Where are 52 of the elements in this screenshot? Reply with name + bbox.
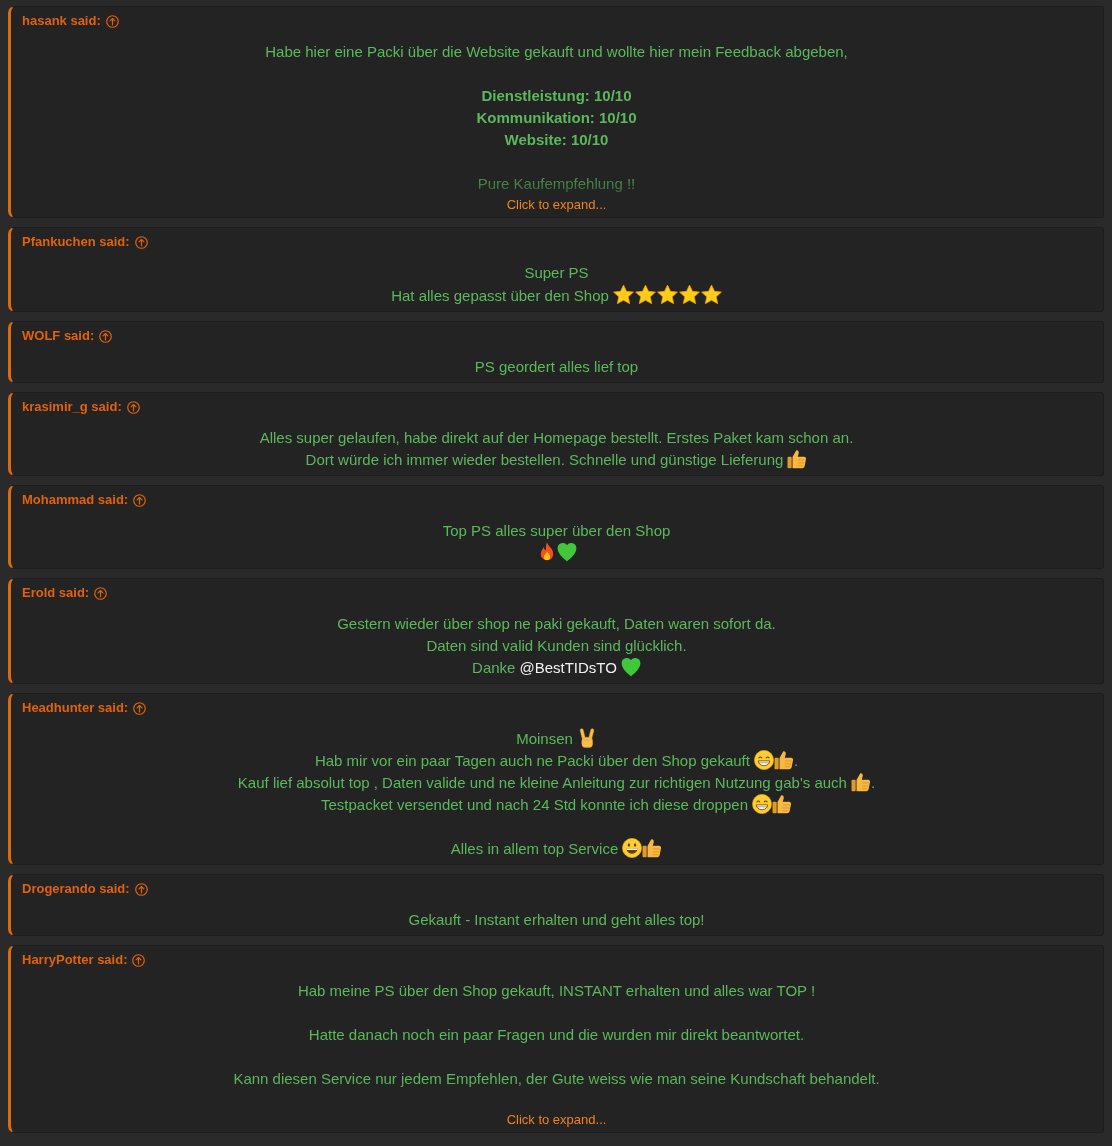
quote-text: Hab meine PS über den Shop gekauft, INSTANT erhalten und alles war TOP ! <box>297 982 816 999</box>
quote-text: Kauf lief absolut top , Daten valide und ne kleine Anleitung zur richtigen Nutzung gab's auch <box>237 774 847 791</box>
quote-text: Kann diesen Service nur jedem Empfehlen, der Gute weiss wie man seine Kundschaft behandelt. <box>233 1070 880 1087</box>
quote-author[interactable]: Headhunter said: <box>22 698 129 718</box>
quote-text: Gekauft - Instant erhalten und geht alles top! <box>408 911 705 928</box>
grinning-face-icon <box>753 750 774 770</box>
quote-text: Moinsen <box>516 730 573 747</box>
heart-icon <box>556 542 577 562</box>
thumbs-up-icon <box>773 750 794 770</box>
quote-text: Daten sind valid Kunden sind glücklich. <box>426 637 687 654</box>
quote-author[interactable]: krasimir_g said: <box>22 397 122 417</box>
star-icon <box>678 284 700 305</box>
quote-text: Super PS <box>524 264 589 281</box>
quote-author[interactable]: WOLF said: <box>22 326 95 346</box>
thumbs-up-icon <box>642 838 663 858</box>
thumbs-up-icon <box>772 794 792 814</box>
thumbs-up-icon <box>850 772 871 792</box>
mention-link[interactable]: @BestTIDsTO <box>519 659 617 676</box>
quote-text: Hat alles gepasst über den Shop <box>391 287 609 304</box>
quote-author[interactable]: HarryPotter said: <box>22 950 128 970</box>
heart-icon <box>620 657 641 677</box>
star-icon <box>634 284 656 305</box>
quote-text: Top PS alles super über den Shop <box>442 522 671 539</box>
quote-text: Website: 10/10 <box>504 131 609 148</box>
quote-text: Pure Kaufempfehlung !! <box>477 175 636 192</box>
quote-text: Kommunikation: 10/10 <box>476 109 637 126</box>
star-icon <box>612 284 634 305</box>
quote-text: Dort würde ich immer wieder bestellen. Schnelle und günstige Lieferung <box>305 451 784 468</box>
quote-text: PS geordert alles lief top <box>474 358 639 375</box>
quote-text: Habe hier eine Packi über die Website gekauft und wollte hier mein Feedback abgeben, <box>265 43 848 60</box>
quote-text: Gestern wieder über shop ne paki gekauft, Daten waren sofort da. <box>337 615 776 632</box>
quote-text: Testpacket versendet und nach 24 Std konnte ich diese droppen <box>321 796 748 813</box>
quote-author[interactable]: Erold said: <box>22 583 90 603</box>
star-icon <box>656 284 678 305</box>
grinning-face-icon <box>752 794 772 814</box>
smiling-face-icon <box>622 838 643 858</box>
star-icon <box>700 284 722 305</box>
quote-text: Dienstleistung: 10/10 <box>481 87 632 104</box>
quote-text: Hab mir vor ein paar Tagen auch ne Packi über den Shop gekauft <box>314 752 750 769</box>
expand-link[interactable]: Click to expand... <box>504 197 609 213</box>
quote-text: Danke <box>472 659 516 676</box>
thumbs-up-icon <box>787 449 808 469</box>
quote-text: Alles in allem top Service <box>450 840 619 857</box>
quote-author[interactable]: Mohammad said: <box>22 490 129 510</box>
quote-author[interactable]: hasank said: <box>22 11 101 31</box>
quote-author[interactable]: Pfankuchen said: <box>22 232 130 252</box>
quote-author[interactable]: Drogerando said: <box>22 879 130 899</box>
expand-link[interactable]: Click to expand... <box>504 1112 609 1128</box>
quote-text: . <box>870 774 876 791</box>
quote-text: Hatte danach noch ein paar Fragen und die wurden mir direkt beantwortet. <box>308 1026 805 1043</box>
quote-text: . <box>793 752 799 769</box>
quote-text: Alles super gelaufen, habe direkt auf der Homepage bestellt. Erstes Paket kam schon an. <box>259 429 854 446</box>
